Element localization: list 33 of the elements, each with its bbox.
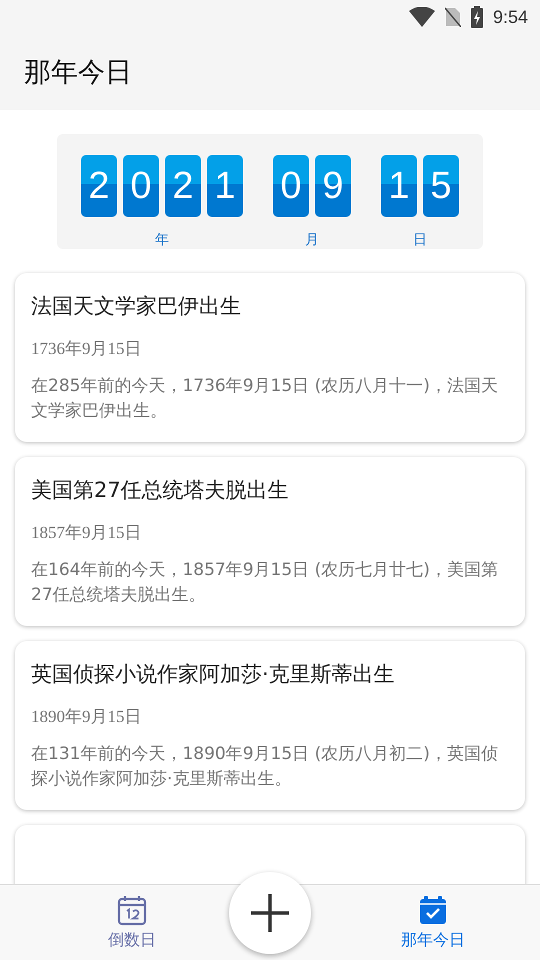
date-unit-label: 月 xyxy=(305,231,319,249)
flip-digit: 1 xyxy=(207,155,243,217)
flip-digit: 2 xyxy=(165,155,201,217)
flip-digit: 0 xyxy=(273,155,309,217)
flip-digit: 2 xyxy=(81,155,117,217)
event-card[interactable]: 美国第27任总统塔夫脱出生 1857年9月15日 在164年前的今天，1857年9月15日 (农历七月廿七)，美国第27任总统塔夫脱出生。 xyxy=(15,457,525,626)
no-sim-icon xyxy=(444,7,461,27)
battery-charging-icon xyxy=(470,6,483,28)
calendar-icon xyxy=(116,894,148,926)
event-date: 1736年9月15日 xyxy=(31,338,142,360)
calendar-check-icon xyxy=(417,894,449,926)
flip-digit: 5 xyxy=(423,155,459,217)
event-title: 法国天文学家巴伊出生 xyxy=(31,293,242,320)
event-description: 在164年前的今天，1857年9月15日 (农历七月廿七)，美国第27任总统塔夫脱出生。 xyxy=(31,559,499,607)
status-time: 9:54 xyxy=(492,6,528,28)
nav-tab[interactable]: 那年今日 xyxy=(401,885,465,960)
event-description: 在285年前的今天，1736年9月15日 (农历八月十一)，法国天文学家巴伊出生。 xyxy=(31,375,499,423)
event-card[interactable]: 法国天文学家巴伊出生 1736年9月15日 在285年前的今天，1736年9月15日 (农历八月十一)，法国天文学家巴伊出生。 xyxy=(15,273,525,442)
nav-tab[interactable]: 倒数日 xyxy=(108,885,156,960)
event-date: 1857年9月15日 xyxy=(31,522,142,544)
date-unit-label: 年 xyxy=(155,231,169,249)
event-title: 英国侦探小说作家阿加莎·克里斯蒂出生 xyxy=(31,661,396,688)
plus-icon xyxy=(250,893,290,933)
app-title: 那年今日 xyxy=(24,56,132,90)
event-title: 美国第27任总统塔夫脱出生 xyxy=(31,477,290,504)
date-unit-label: 日 xyxy=(413,231,427,249)
flip-digit: 1 xyxy=(381,155,417,217)
flip-digit: 0 xyxy=(123,155,159,217)
wifi-icon xyxy=(408,7,435,27)
flip-digit: 9 xyxy=(315,155,351,217)
event-card[interactable]: 英国侦探小说作家阿加莎·克里斯蒂出生 1890年9月15日 在131年前的今天，1890年9月15日 (农历八月初二)，英国侦探小说作家阿加莎·克里斯蒂出生。 xyxy=(15,641,525,810)
event-description: 在131年前的今天，1890年9月15日 (农历八月初二)，英国侦探小说作家阿加莎·克里斯蒂出生。 xyxy=(31,743,499,791)
event-date: 1890年9月15日 xyxy=(31,706,142,728)
